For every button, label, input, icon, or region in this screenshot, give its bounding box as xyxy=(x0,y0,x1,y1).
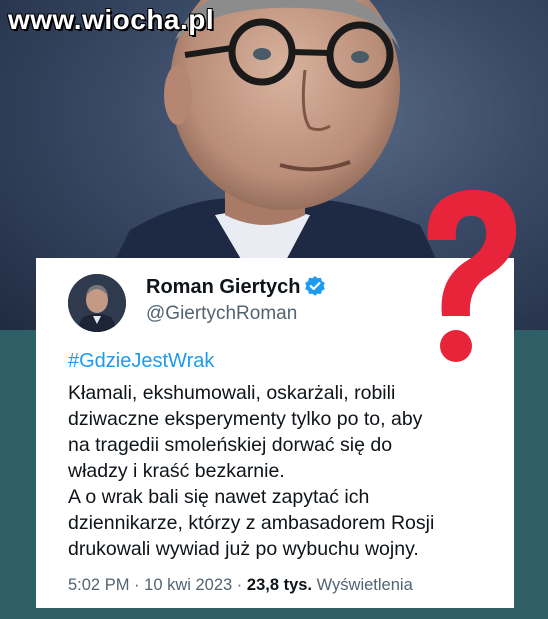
meta-separator: · xyxy=(236,576,247,594)
hashtag-link[interactable]: #GdzieJestWrak xyxy=(68,350,214,373)
meta-separator: · xyxy=(134,576,145,594)
author-name[interactable]: Roman Giertych xyxy=(146,276,300,299)
tweet-time[interactable]: 5:02 PM xyxy=(68,576,129,594)
tweet-date[interactable]: 10 kwi 2023 xyxy=(144,576,232,594)
question-mark-icon xyxy=(427,189,517,362)
tweet-line: A o wrak bali się nawet zapytać ich xyxy=(68,486,370,508)
tweet-line: dziennikarze, którzy z ambasadorem Rosji xyxy=(68,512,435,534)
watermark: www.wiocha.pl xyxy=(8,4,215,35)
tweet-meta: 5:02 PM · 10 kwi 2023 · 23,8 tys. Wyświe… xyxy=(68,576,413,595)
tweet-line: na tragedii smoleńskiej dorwać się do xyxy=(68,434,393,456)
tweet-body: Kłamali, ekshumowali, oskarżali, robili … xyxy=(68,380,508,562)
tweet-line: Kłamali, ekshumowali, oskarżali, robili xyxy=(68,382,396,404)
views-count: 23,8 tys. xyxy=(246,576,313,594)
verified-badge-icon xyxy=(305,276,325,296)
views-label[interactable]: Wyświetlenia xyxy=(317,576,413,594)
avatar-image xyxy=(68,274,126,332)
tweet-line: drukowali wywiad już po wybuchu wojny. xyxy=(68,538,419,560)
tweet-line: władzy i kraść bezkarnie. xyxy=(68,460,285,482)
author-handle[interactable]: @GiertychRoman xyxy=(146,303,297,325)
tweet-line: dziwaczne eksperymenty tylko po to, aby xyxy=(68,408,423,430)
avatar[interactable] xyxy=(68,274,126,332)
